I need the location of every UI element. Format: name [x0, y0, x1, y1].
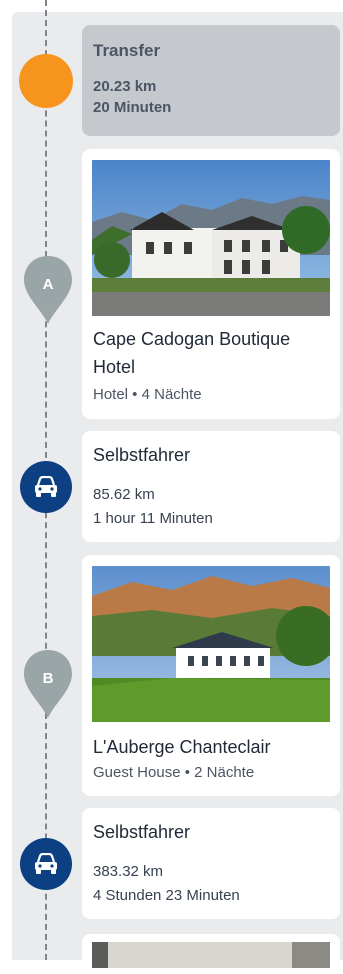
transfer-distance: 20.23 km	[93, 78, 157, 95]
hotel-image-next[interactable]	[92, 942, 330, 968]
transfer-duration: 20 Minuten	[93, 99, 172, 116]
car-marker-1	[20, 461, 72, 513]
drive-card-1[interactable]: Selbstfahrer 85.62 km 1 hour 11 Minuten	[82, 431, 340, 542]
transfer-marker-icon	[19, 54, 73, 108]
car-icon	[35, 476, 57, 497]
hotel-meta-auberge-chanteclair: Guest House • 2 Nächte	[93, 764, 255, 781]
car-icon	[35, 853, 57, 874]
drive-duration-1: 1 hour 11 Minuten	[93, 510, 213, 527]
drive-title-1: Selbstfahrer	[93, 445, 191, 465]
stop-card-a[interactable]: Cape Cadogan Boutique Hotel Hotel • 4 Nä…	[82, 149, 340, 419]
stop-card-b[interactable]: L'Auberge Chanteclair Guest House • 2 Nä…	[82, 555, 340, 796]
transfer-meta: 20.23 km 20 Minuten	[93, 76, 329, 118]
hotel-name-line2: Hotel	[93, 357, 136, 377]
hotel-name-cape-cadogan: Cape Cadogan Boutique Hotel	[93, 325, 290, 381]
stop-card-next[interactable]	[82, 934, 340, 974]
drive-card-2[interactable]: Selbstfahrer 383.32 km 4 Stunden 23 Minu…	[82, 808, 340, 919]
drive-distance-2: 383.32 km	[93, 863, 164, 880]
drive-meta-2: 383.32 km 4 Stunden 23 Minuten	[93, 860, 240, 908]
pin-label-a: A	[43, 276, 54, 293]
map-pin-icon: B	[24, 650, 72, 718]
hotel-image-cape-cadogan[interactable]	[92, 160, 330, 316]
drive-meta-1: 85.62 km 1 hour 11 Minuten	[93, 483, 213, 531]
hotel-image-auberge-chanteclair[interactable]	[92, 566, 330, 722]
drive-title-2: Selbstfahrer	[93, 822, 191, 842]
hotel-meta-cape-cadogan: Hotel • 4 Nächte	[93, 386, 202, 403]
drive-duration-2: 4 Stunden 23 Minuten	[93, 887, 240, 904]
hotel-name-line1: Cape Cadogan Boutique	[93, 329, 291, 349]
pin-label-b: B	[43, 670, 54, 687]
hotel-name-auberge-chanteclair: L'Auberge Chanteclair	[93, 737, 271, 757]
transfer-card[interactable]: Transfer 20.23 km 20 Minuten	[82, 25, 340, 136]
map-pin-icon: A	[24, 256, 72, 324]
drive-distance-1: 85.62 km	[93, 486, 155, 503]
car-marker-2	[20, 838, 72, 890]
transfer-title: Transfer	[93, 41, 161, 60]
